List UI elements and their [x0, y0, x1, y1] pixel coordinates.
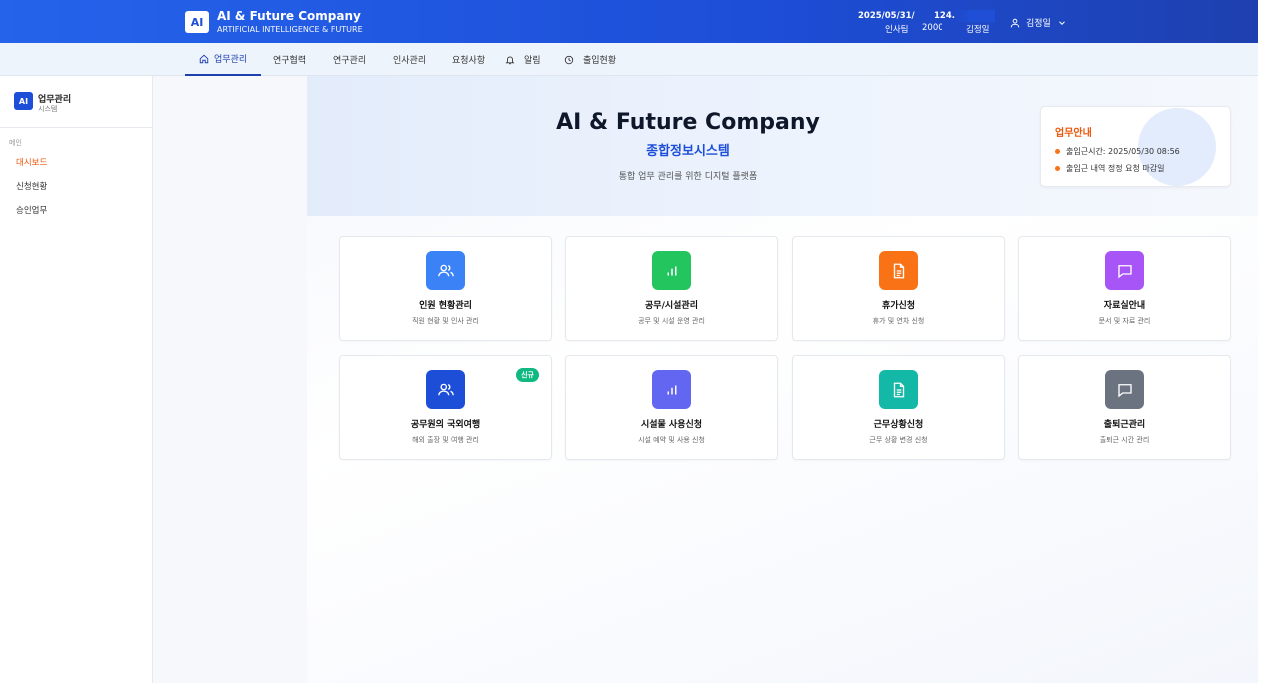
- nav-tab-hr-management[interactable]: 인사관리: [393, 43, 426, 76]
- document-icon: [879, 370, 918, 409]
- sidebar-item-application-status[interactable]: 신청현황: [16, 180, 47, 192]
- message-icon: [1105, 370, 1144, 409]
- user-name: 김정일: [1026, 19, 1051, 29]
- card-description: 근무 상황 변경 신청: [869, 436, 928, 444]
- card-overseas-travel[interactable]: 신규 공무원의 국외여행 해외 출장 및 여행 관리: [339, 355, 552, 460]
- bar-chart-icon: [652, 251, 691, 290]
- notice-item-text: 출입근시간: 2025/05/30 08:56: [1066, 147, 1180, 156]
- card-description: 시설 예약 및 사용 신청: [638, 436, 705, 444]
- nav-tab-label: 연구관리: [333, 56, 367, 66]
- hero-title: AI & Future Company: [556, 110, 820, 135]
- company-logo[interactable]: AI: [185, 11, 209, 33]
- company-subtitle: ARTIFICIAL INTELLIGENCE & FUTURE: [217, 25, 363, 34]
- user-menu[interactable]: 김정일: [1010, 16, 1067, 29]
- card-description: 직원 현황 및 인사 관리: [412, 317, 479, 325]
- nav-tab-notifications[interactable]: 알림: [505, 43, 541, 76]
- notice-item-text: 출입근 내역 정정 요청 마감일: [1066, 164, 1165, 173]
- card-title: 시설물 사용신청: [640, 420, 703, 430]
- nav-tab-label: 알림: [524, 56, 541, 66]
- header-employee-name: 김정일: [966, 25, 990, 35]
- bullet-icon: [1055, 166, 1060, 171]
- card-staff-management[interactable]: 인원 현황관리 직원 현황 및 인사 관리: [339, 236, 552, 341]
- card-work-status-request[interactable]: 근무상황신청 근무 상황 변경 신청: [792, 355, 1005, 460]
- sidebar-logo: AI: [14, 92, 33, 110]
- card-title: 자료실안내: [1103, 301, 1146, 311]
- card-title: 공무원의 국외여행: [410, 420, 481, 430]
- bar-chart-icon: [652, 370, 691, 409]
- new-badge: 신규: [516, 368, 539, 382]
- notice-title: 업무안내: [1055, 128, 1092, 139]
- app-window: AI AI & Future Company ARTIFICIAL INTELL…: [0, 0, 1258, 683]
- card-title: 공무/시설관리: [645, 301, 698, 311]
- card-description: 공무 및 시설 운영 관리: [638, 317, 705, 325]
- card-description: 휴가 및 연차 신청: [872, 317, 925, 325]
- chevron-down-icon: [1058, 20, 1065, 25]
- sidebar-section-label: 메인: [9, 139, 22, 147]
- card-description: 문서 및 자료 관리: [1098, 317, 1151, 325]
- nav-tab-access-status[interactable]: 출입현황: [564, 43, 616, 76]
- nav-tab-label: 연구협력: [273, 56, 307, 66]
- users-icon: [426, 251, 465, 290]
- redaction-mask: [955, 10, 995, 22]
- hero-subtitle: 종합정보시스템: [646, 144, 730, 159]
- nav-tab-work-management[interactable]: 업무관리: [185, 43, 262, 76]
- card-title: 휴가신청: [881, 301, 916, 311]
- card-description: 출퇴근 시간 관리: [1099, 436, 1150, 444]
- card-facility-use-request[interactable]: 시설물 사용신청 시설 예약 및 사용 신청: [565, 355, 778, 460]
- work-notice-card: 업무안내 출입근시간: 2025/05/30 08:56 출입근 내역 정정 요…: [1040, 106, 1231, 187]
- header-department: 인사팀: [885, 25, 909, 35]
- sidebar: AI 업무관리 시스템 메인 대시보드 신청현황 승인업무: [0, 76, 153, 683]
- hero-banner: AI & Future Company 종합정보시스템 통합 업무 관리를 위한…: [307, 76, 1258, 216]
- notice-item: 출입근시간: 2025/05/30 08:56: [1055, 146, 1180, 157]
- header-employee-id: 2000: [922, 23, 942, 33]
- nav-tab-label: 인사관리: [393, 56, 427, 66]
- window-edge: [1258, 0, 1280, 683]
- nav-tab-requests[interactable]: 요청사항: [452, 43, 485, 76]
- top-header: AI AI & Future Company ARTIFICIAL INTELL…: [0, 0, 1258, 43]
- nav-tab-label: 출입현황: [583, 56, 617, 66]
- document-icon: [879, 251, 918, 290]
- card-title: 인원 현황관리: [419, 301, 472, 311]
- bullet-icon: [1055, 149, 1060, 154]
- home-icon: [199, 54, 209, 63]
- sidebar-item-dashboard[interactable]: 대시보드: [16, 156, 47, 168]
- user-icon: [1010, 18, 1020, 27]
- nav-tab-research-cooperation[interactable]: 연구협력: [273, 43, 306, 76]
- card-description: 해외 출장 및 여행 관리: [412, 436, 479, 444]
- sidebar-item-approval[interactable]: 승인업무: [16, 204, 47, 216]
- hero-description: 통합 업무 관리를 위한 디지털 플랫폼: [618, 172, 758, 182]
- sidebar-divider: [0, 127, 152, 128]
- company-title: AI & Future Company: [217, 9, 361, 23]
- nav-tab-label: 업무관리: [214, 55, 248, 65]
- card-facility-management[interactable]: 공무/시설관리 공무 및 시설 운영 관리: [565, 236, 778, 341]
- main-nav: 업무관리 연구협력 연구관리 인사관리 요청사항 알림 출입현황: [0, 43, 1258, 76]
- users-icon: [426, 370, 465, 409]
- notice-item: 출입근 내역 정정 요청 마감일: [1055, 163, 1165, 174]
- header-date: 2025/05/31/: [858, 11, 915, 21]
- clock-icon: [564, 55, 574, 64]
- message-icon: [1105, 251, 1144, 290]
- card-title: 출퇴근관리: [1103, 420, 1146, 430]
- card-title: 근무상황신청: [873, 420, 924, 430]
- card-resource-guide[interactable]: 자료실안내 문서 및 자료 관리: [1018, 236, 1231, 341]
- sidebar-subtitle: 시스템: [38, 105, 58, 113]
- nav-tab-label: 요청사항: [452, 56, 486, 66]
- nav-tab-research-management[interactable]: 연구관리: [333, 43, 366, 76]
- main-content: AI & Future Company 종합정보시스템 통합 업무 관리를 위한…: [307, 76, 1258, 683]
- bell-icon: [505, 55, 515, 64]
- card-attendance-management[interactable]: 출퇴근관리 출퇴근 시간 관리: [1018, 355, 1231, 460]
- card-leave-request[interactable]: 휴가신청 휴가 및 연차 신청: [792, 236, 1005, 341]
